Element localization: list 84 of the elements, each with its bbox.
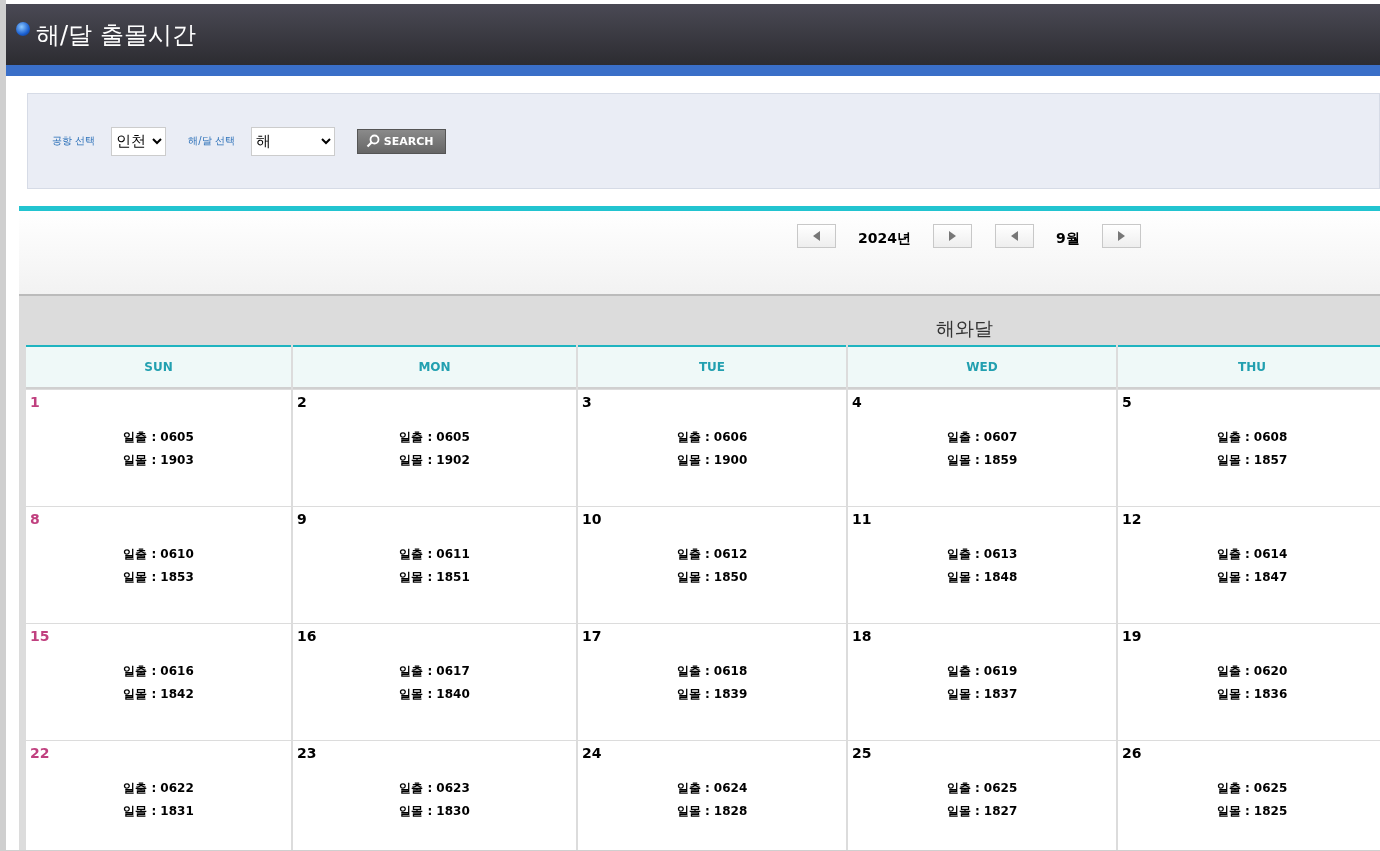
filter-label: 해/달 선택: [188, 134, 235, 148]
day-number: 2: [297, 394, 307, 410]
sunrise-time: 일출 : 0619: [946, 663, 1018, 680]
day-number: 3: [582, 394, 592, 410]
sunset-time: 일몰 : 1827: [946, 803, 1018, 820]
sunrise-time: 일출 : 0617: [399, 663, 470, 680]
sunrise-time: 일출 : 0614: [1216, 546, 1288, 563]
day-number: 22: [30, 745, 50, 761]
bullet-icon: [16, 21, 30, 36]
calendar-title: 해와달: [934, 316, 994, 341]
year-label: 2024년: [857, 229, 912, 248]
left-triangle-icon: [813, 231, 820, 241]
previous-month-button[interactable]: [994, 224, 1034, 248]
sunrise-time: 일출 : 0611: [399, 546, 470, 563]
sunrise-time: 일출 : 0607: [946, 429, 1018, 446]
sunrise-time: 일출 : 0620: [1216, 663, 1288, 680]
day-number: 18: [852, 628, 872, 644]
day-number: 26: [1122, 745, 1142, 761]
sunset-time: 일몰 : 1900: [676, 452, 748, 469]
sunrise-time: 일출 : 0605: [123, 429, 194, 446]
search-icon: [365, 134, 380, 148]
day-number: 4: [852, 394, 862, 410]
left-triangle-icon: [1010, 231, 1018, 241]
sunset-time: 일몰 : 1859: [946, 452, 1018, 469]
day-number: 16: [297, 628, 317, 644]
sunset-time: 일몰 : 1853: [123, 569, 194, 586]
sunrise-time: 일출 : 0625: [946, 780, 1018, 797]
sunset-time: 일몰 : 1836: [1216, 686, 1288, 703]
sunrise-time: 일출 : 0613: [946, 546, 1018, 563]
sunset-time: 일몰 : 1851: [399, 569, 470, 586]
sunrise-time: 일출 : 0618: [676, 663, 748, 680]
sunset-time: 일몰 : 1825: [1216, 803, 1288, 820]
month-label: 9월: [1054, 229, 1081, 248]
sunset-time: 일몰 : 1830: [399, 803, 470, 820]
sunset-time: 일몰 : 1840: [399, 686, 470, 703]
sunset-time: 일몰 : 1828: [676, 803, 748, 820]
sunset-time: 일몰 : 1857: [1216, 452, 1288, 469]
day-number: 12: [1122, 511, 1142, 527]
weekday-header: WED: [848, 345, 1116, 389]
sunrise-time: 일출 : 0608: [1216, 429, 1288, 446]
day-number: 19: [1122, 628, 1142, 644]
search-button[interactable]: SEARCH: [356, 128, 447, 154]
sunrise-time: 일출 : 0610: [123, 546, 194, 563]
sunset-time: 일몰 : 1850: [676, 569, 748, 586]
sunset-time: 일몰 : 1842: [123, 686, 194, 703]
weekday-header: MON: [293, 345, 576, 389]
day-number: 17: [582, 628, 602, 644]
dropdown-select[interactable]: 인천: [111, 126, 167, 156]
sunset-time: 일몰 : 1848: [946, 569, 1018, 586]
day-number: 5: [1122, 394, 1132, 410]
page-title: 해/달 출몰시간: [36, 19, 196, 51]
next-year-button[interactable]: [932, 224, 972, 248]
sunrise-time: 일출 : 0623: [399, 780, 470, 797]
day-number: 25: [852, 745, 872, 761]
day-number: 8: [30, 511, 40, 527]
sunset-time: 일몰 : 1903: [123, 452, 194, 469]
weekday-header: THU: [1118, 345, 1380, 389]
right-triangle-icon: [1117, 231, 1125, 241]
sunrise-time: 일출 : 0624: [676, 780, 748, 797]
day-number: 9: [297, 511, 307, 527]
next-month-button[interactable]: [1101, 224, 1141, 248]
sunrise-time: 일출 : 0616: [123, 663, 194, 680]
sunrise-time: 일출 : 0605: [399, 429, 470, 446]
weekday-header: TUE: [578, 345, 846, 389]
sunrise-time: 일출 : 0622: [123, 780, 194, 797]
day-number: 23: [297, 745, 317, 761]
day-number: 24: [582, 745, 602, 761]
sunset-time: 일몰 : 1902: [399, 452, 470, 469]
sunrise-time: 일출 : 0625: [1216, 780, 1288, 797]
day-number: 10: [582, 511, 602, 527]
dropdown-select[interactable]: 해: [250, 126, 335, 156]
sunset-time: 일몰 : 1837: [946, 686, 1018, 703]
sunset-time: 일몰 : 1847: [1216, 569, 1288, 586]
weekday-header: SUN: [26, 345, 291, 389]
sunset-time: 일몰 : 1839: [676, 686, 748, 703]
filter-label: 공항 선택: [52, 134, 96, 148]
day-number: 1: [30, 394, 40, 410]
sunrise-time: 일출 : 0606: [676, 429, 748, 446]
right-triangle-icon: [948, 231, 956, 241]
day-number: 15: [30, 628, 50, 644]
day-number: 11: [852, 511, 872, 527]
sunset-time: 일몰 : 1831: [123, 803, 194, 820]
previous-year-button[interactable]: [797, 224, 836, 248]
sunrise-time: 일출 : 0612: [676, 546, 748, 563]
